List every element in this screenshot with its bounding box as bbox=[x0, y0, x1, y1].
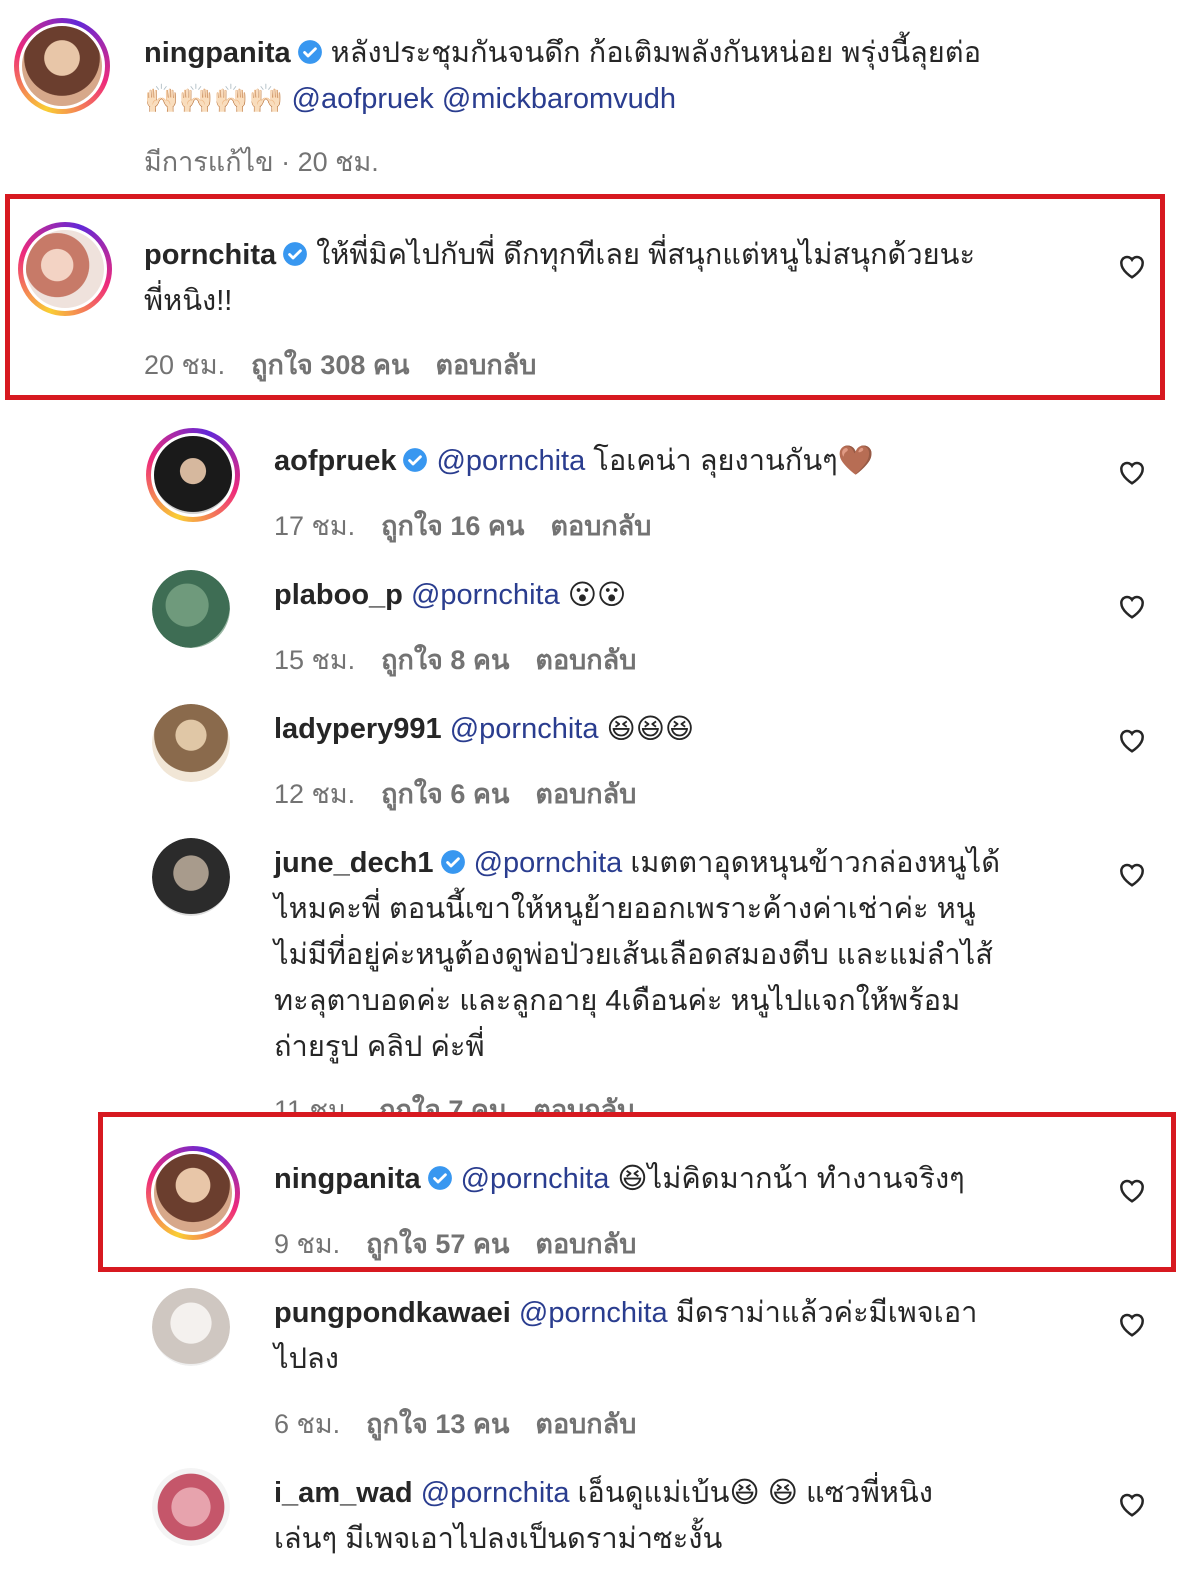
comment-text: โอเคน่า ลุยงานกันๆ🤎 bbox=[593, 445, 874, 477]
comment-mention[interactable]: @pornchita bbox=[436, 445, 585, 477]
comment-mention[interactable]: @pornchita bbox=[450, 713, 599, 745]
comment-likes[interactable]: ถูกใจ 308 คน bbox=[251, 350, 409, 380]
comment-username[interactable]: plaboo_p bbox=[274, 579, 403, 611]
comment-username[interactable]: ladypery991 bbox=[274, 713, 442, 745]
comment-username[interactable]: aofpruek bbox=[274, 445, 396, 477]
verified-badge-icon bbox=[403, 448, 428, 472]
comment-username[interactable]: i_am_wad bbox=[274, 1477, 413, 1509]
caption-text: หลังประชุมกันจนดึก ก้อเติมพลังกันหน่อย พ… bbox=[330, 37, 982, 69]
comment-username[interactable]: ningpanita bbox=[274, 1163, 421, 1195]
comment-text: มีดราม่าแล้วค่ะมีเพจเอา bbox=[675, 1297, 978, 1329]
comment-time: 12 ชม. bbox=[274, 779, 356, 809]
comment-likes[interactable]: ถูกใจ 7 คน bbox=[379, 1095, 507, 1112]
comment-text: 😮😮 bbox=[567, 579, 627, 610]
reply-button[interactable]: ตอบกลับ bbox=[535, 779, 636, 809]
avatar[interactable] bbox=[152, 704, 230, 782]
avatar[interactable] bbox=[152, 570, 230, 648]
caption-mentions[interactable]: @aofpruek @mickbaromvudh bbox=[292, 83, 676, 115]
avatar[interactable] bbox=[152, 838, 230, 916]
comment-time: 15 ชม. bbox=[274, 645, 356, 675]
comment-text-line: ไม่มีที่อยู่ค่ะหนูต้องดูพ่อป่วยเส้นเลือด… bbox=[274, 939, 993, 971]
comment-likes[interactable]: ถูกใจ 16 คน bbox=[381, 511, 524, 541]
comment-likes[interactable]: ถูกใจ 13 คน bbox=[366, 1409, 509, 1439]
heart-icon[interactable] bbox=[1117, 1310, 1147, 1338]
comment-mention[interactable]: @pornchita bbox=[411, 579, 560, 611]
comment-text-line: ไหมคะพี่ ตอนนี้เขาให้หนูย้ายออกเพราะค้าง… bbox=[274, 893, 976, 925]
reply-button[interactable]: ตอบกลับ bbox=[535, 645, 636, 675]
comment-likes[interactable]: ถูกใจ 8 คน bbox=[381, 645, 509, 675]
comment-mention[interactable]: @pornchita bbox=[421, 1477, 570, 1509]
heart-icon[interactable] bbox=[1117, 1490, 1147, 1518]
comment-username[interactable]: pornchita bbox=[144, 239, 276, 271]
comment-time: 20 ชม. bbox=[144, 350, 226, 380]
caption-emoji: 🙌🏻🙌🏻🙌🏻🙌🏻 bbox=[144, 83, 284, 114]
comment-text: เมตตาอุดหนุนข้าวกล่องหนูได้ bbox=[630, 847, 1001, 879]
avatar[interactable] bbox=[152, 1288, 230, 1366]
comment-text: เอ็นดูแม่เบ้น😆 😆 แซวพี่หนิง bbox=[577, 1477, 933, 1509]
reply-button[interactable]: ตอบกลับ bbox=[550, 511, 651, 541]
comment-username[interactable]: pungpondkawaei bbox=[274, 1297, 511, 1329]
heart-icon[interactable] bbox=[1117, 458, 1147, 486]
heart-icon[interactable] bbox=[1117, 592, 1147, 620]
caption-username[interactable]: ningpanita bbox=[144, 37, 291, 69]
reply-button[interactable]: ตอบกลับ bbox=[535, 1229, 636, 1259]
comment-mention[interactable]: @pornchita bbox=[474, 847, 623, 879]
avatar[interactable] bbox=[14, 18, 110, 114]
heart-icon[interactable] bbox=[1117, 726, 1147, 754]
comment-text: ให้พี่มิคไปกับพี่ ดึกทุกทีเลย พี่สนุกแต่… bbox=[316, 239, 976, 271]
comment-mention[interactable]: @pornchita bbox=[461, 1163, 610, 1195]
comment-text-line: ไปลง bbox=[274, 1343, 339, 1375]
comment-text-line: ถ่ายรูป คลิป ค่ะพี่ bbox=[274, 1031, 485, 1063]
reply-button[interactable]: ตอบกลับ bbox=[533, 1095, 634, 1112]
comment-likes[interactable]: ถูกใจ 6 คน bbox=[381, 779, 509, 809]
verified-badge-icon bbox=[440, 850, 465, 874]
verified-badge-icon bbox=[427, 1166, 452, 1190]
reply-button[interactable]: ตอบกลับ bbox=[535, 1409, 636, 1439]
verified-badge-icon bbox=[283, 242, 308, 266]
comment-mention[interactable]: @pornchita bbox=[519, 1297, 668, 1329]
avatar[interactable] bbox=[18, 222, 112, 316]
verified-badge-icon bbox=[297, 40, 322, 64]
avatar[interactable] bbox=[152, 1468, 230, 1546]
comment-text: 😆😆😆 bbox=[606, 713, 695, 744]
heart-icon[interactable] bbox=[1117, 1176, 1147, 1204]
caption-meta: มีการแก้ไข · 20 ชม. bbox=[144, 147, 379, 177]
comment-time: 9 ชม. bbox=[274, 1229, 341, 1259]
reply-button[interactable]: ตอบกลับ bbox=[435, 350, 536, 380]
heart-icon[interactable] bbox=[1117, 252, 1147, 280]
comment-likes[interactable]: ถูกใจ 57 คน bbox=[366, 1229, 509, 1259]
comment-time: 17 ชม. bbox=[274, 511, 356, 541]
avatar[interactable] bbox=[146, 1146, 240, 1240]
comment-time: 11 ชม. bbox=[274, 1095, 354, 1112]
comment-text: 😆ไม่คิดมากน้า ทำงานจริงๆ bbox=[617, 1163, 965, 1195]
comment-time: 6 ชม. bbox=[274, 1409, 341, 1439]
avatar[interactable] bbox=[146, 428, 240, 522]
comment-text-line: เล่นๆ มีเพจเอาไปลงเป็นดราม่าซะงั้น bbox=[274, 1523, 723, 1555]
comment-text-line: พี่หนิง!! bbox=[144, 285, 233, 317]
heart-icon[interactable] bbox=[1117, 860, 1147, 888]
comment-text-line: ทะลุตาบอดค่ะ และลูกอายุ 4เดือนค่ะ หนูไปแ… bbox=[274, 985, 961, 1017]
comment-username[interactable]: june_dech1 bbox=[274, 847, 434, 879]
